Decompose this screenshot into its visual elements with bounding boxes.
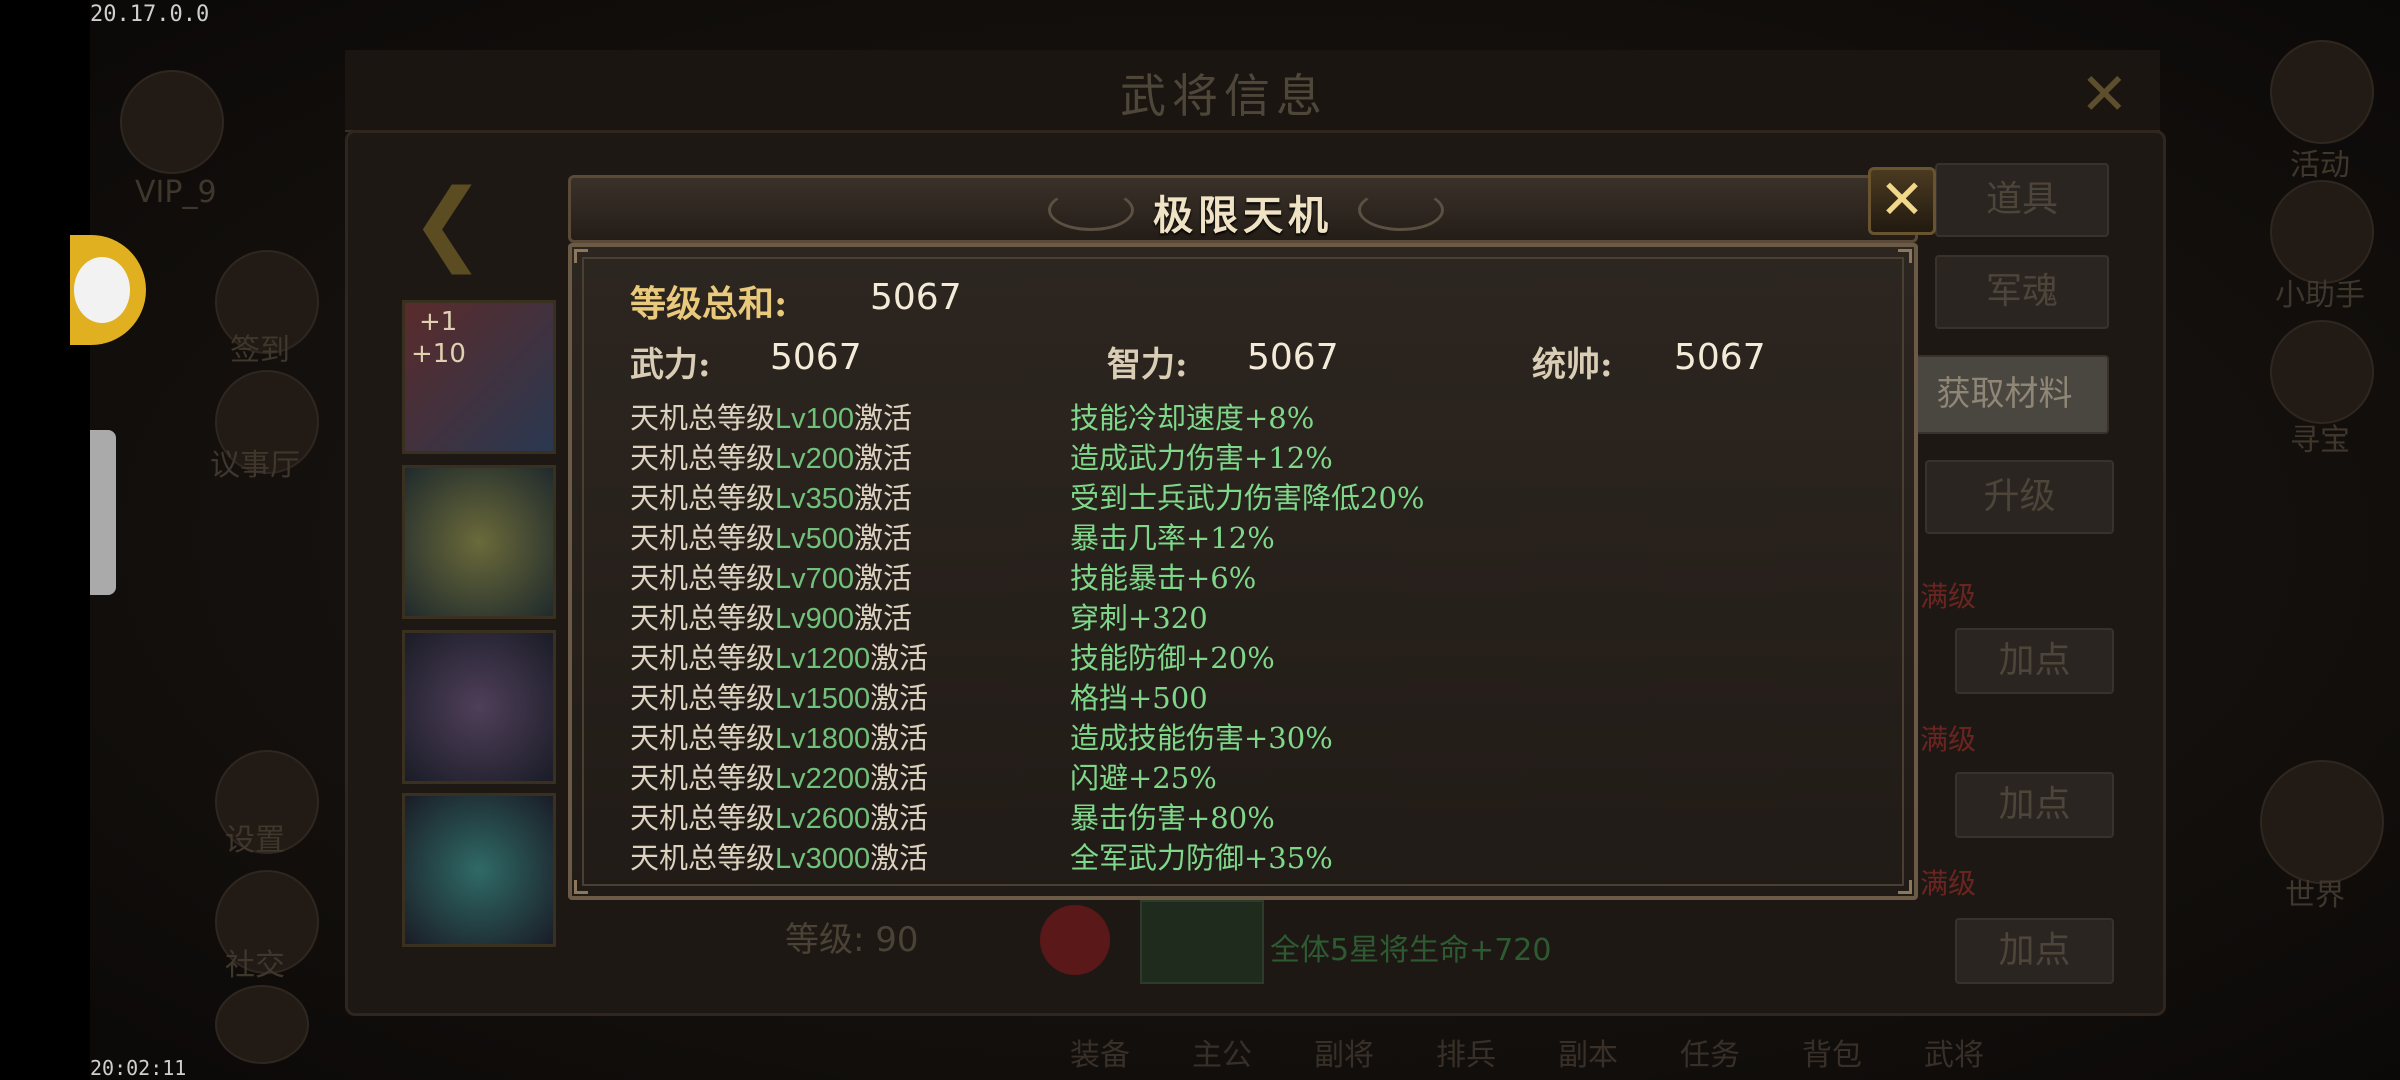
card-plus-1: +1 <box>419 307 458 337</box>
bottom-tab-bar: 装备 主公 副将 排兵 副本 任务 背包 武将 <box>1070 1030 2170 1074</box>
signin-label: 签到 <box>230 333 290 368</box>
left-black-strip <box>0 0 90 1080</box>
side-drawer-handle[interactable] <box>90 430 116 595</box>
total-level-value: 5067 <box>870 277 962 318</box>
bonus-effect: 造成武力伤害+12% <box>1070 441 1333 475</box>
tab-quest[interactable]: 任务 <box>1680 1030 1740 1074</box>
frame-corner-bl <box>574 880 588 894</box>
bonus-condition: 天机总等级Lv100激活 <box>630 401 913 435</box>
frame-corner-br <box>1898 880 1912 894</box>
equipment-card-3[interactable] <box>402 630 556 784</box>
treasure-icon[interactable] <box>2270 320 2374 424</box>
stat-force-value: 5067 <box>770 337 862 378</box>
stat-intellect-label: 智力: <box>1107 345 1188 385</box>
soul-button[interactable]: 军魂 <box>1935 255 2109 329</box>
skill-icon[interactable] <box>1140 900 1264 984</box>
hero-level-text: 等级: 90 <box>785 920 919 960</box>
total-level-label: 等级总和: <box>630 283 788 325</box>
back-arrow-icon[interactable]: ❮ <box>410 170 485 275</box>
faction-wu-badge <box>1040 905 1110 975</box>
bonus-effect: 全军武力防御+35% <box>1070 841 1333 875</box>
bonus-condition: 天机总等级Lv700激活 <box>630 561 913 595</box>
stat-intellect-value: 5067 <box>1247 337 1339 378</box>
card-plus-10: +10 <box>411 339 466 369</box>
assistant-face-icon <box>74 257 130 323</box>
bg-window-title: 武将信息 <box>1120 69 1328 123</box>
bonus-effect: 技能暴击+6% <box>1070 561 1257 595</box>
tab-dungeon[interactable]: 副本 <box>1558 1030 1618 1074</box>
bonus-condition: 天机总等级Lv2200激活 <box>630 761 929 795</box>
bonus-effect: 格挡+500 <box>1070 681 1208 715</box>
get-materials-button[interactable]: 获取材料 <box>1900 355 2109 434</box>
settings-label: 设置 <box>225 823 285 858</box>
equipment-card-1[interactable]: +1 +10 <box>402 300 556 454</box>
helper-icon[interactable] <box>2270 180 2374 284</box>
bonus-effect: 技能冷却速度+8% <box>1070 401 1315 435</box>
tab-formation[interactable]: 排兵 <box>1436 1030 1496 1074</box>
vip-icon[interactable] <box>120 70 224 174</box>
bg-close-icon[interactable]: ✕ <box>2080 60 2129 128</box>
activity-label: 活动 <box>2290 148 2350 183</box>
full-level-text-3: 满级 <box>1920 867 1977 900</box>
bonus-condition: 天机总等级Lv1200激活 <box>630 641 929 675</box>
activity-icon[interactable] <box>2270 40 2374 144</box>
frame-corner-tl <box>574 249 588 263</box>
bonus-condition: 天机总等级Lv1800激活 <box>630 721 929 755</box>
add-point-button-2[interactable]: 加点 <box>1955 772 2114 838</box>
helper-label: 小助手 <box>2275 278 2365 313</box>
stat-command-value: 5067 <box>1674 337 1766 378</box>
bonus-effect: 受到士兵武力伤害降低20% <box>1070 481 1425 515</box>
stat-force-label: 武力: <box>630 345 711 385</box>
bonus-effect: 技能防御+20% <box>1070 641 1275 675</box>
equipment-card-2[interactable] <box>402 465 556 619</box>
full-level-text-2: 满级 <box>1920 723 1977 756</box>
dialog-close-icon[interactable]: ✕ <box>1868 167 1936 235</box>
bonus-condition: 天机总等级Lv900激活 <box>630 601 913 635</box>
bonus-condition: 天机总等级Lv3000激活 <box>630 841 929 875</box>
bonus-condition: 天机总等级Lv200激活 <box>630 441 913 475</box>
items-button[interactable]: 道具 <box>1935 163 2109 237</box>
world-label: 世界 <box>2285 878 2345 913</box>
dialog-body: 等级总和: 5067 武力: 5067 智力: 5067 统帅: 5067 天机… <box>568 243 1918 900</box>
frame-corner-tr <box>1898 249 1912 263</box>
clock-text: 20:02:11 <box>90 1056 187 1080</box>
chat-bubble-icon[interactable] <box>215 985 309 1064</box>
bonus-condition: 天机总等级Lv2600激活 <box>630 801 929 835</box>
world-icon[interactable] <box>2260 760 2384 884</box>
council-label: 议事厅 <box>210 448 300 483</box>
bonus-condition: 天机总等级Lv350激活 <box>630 481 913 515</box>
stat-command-label: 统帅: <box>1532 345 1613 385</box>
version-text: 20.17.0.0 <box>90 2 210 27</box>
add-point-button-1[interactable]: 加点 <box>1955 628 2114 694</box>
bonus-effect: 穿刺+320 <box>1070 601 1208 635</box>
upgrade-button[interactable]: 升级 <box>1925 460 2114 534</box>
tab-equip[interactable]: 装备 <box>1070 1030 1130 1074</box>
equipment-card-4[interactable] <box>402 793 556 947</box>
bonus-text: 全体5星将生命+720 <box>1270 933 1552 968</box>
tab-bag[interactable]: 背包 <box>1802 1030 1862 1074</box>
bonus-effect: 造成技能伤害+30% <box>1070 721 1333 755</box>
bonus-effect: 暴击几率+12% <box>1070 521 1275 555</box>
tab-deputy[interactable]: 副将 <box>1314 1030 1374 1074</box>
bonus-condition: 天机总等级Lv1500激活 <box>630 681 929 715</box>
treasure-label: 寻宝 <box>2290 423 2350 458</box>
bonus-effect: 闪避+25% <box>1070 761 1217 795</box>
full-level-text-1: 满级 <box>1920 580 1977 613</box>
vip-label: VIP_9 <box>135 175 217 210</box>
bonus-condition: 天机总等级Lv500激活 <box>630 521 913 555</box>
social-label: 社交 <box>225 948 285 983</box>
bonus-effect: 暴击伤害+80% <box>1070 801 1275 835</box>
add-point-button-3[interactable]: 加点 <box>1955 918 2114 984</box>
limit-tianji-dialog: 极限天机 ✕ 等级总和: 5067 武力: 5067 智力: 5067 统帅: … <box>568 167 1936 900</box>
dialog-title: 极限天机 <box>1153 192 1333 239</box>
tab-general[interactable]: 武将 <box>1924 1030 1984 1074</box>
tab-lord[interactable]: 主公 <box>1192 1030 1252 1074</box>
